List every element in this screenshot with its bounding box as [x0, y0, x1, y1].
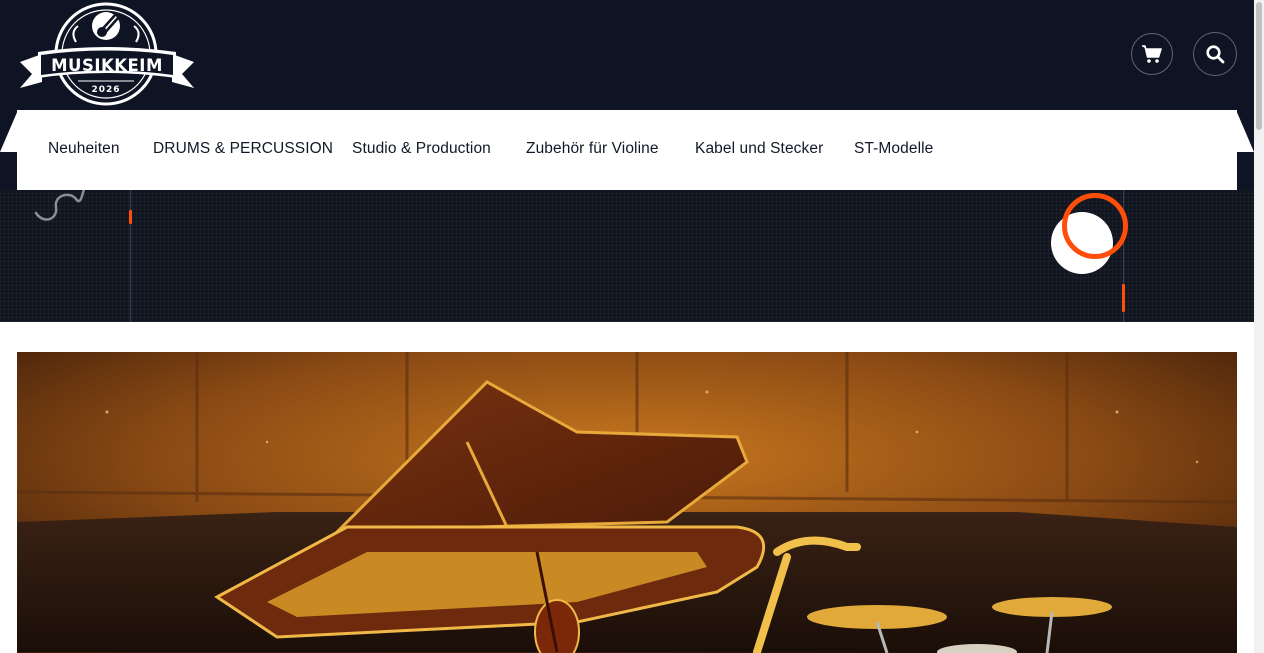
- search-button[interactable]: [1193, 32, 1237, 76]
- search-icon: [1206, 45, 1225, 64]
- scrollbar-thumb[interactable]: [1256, 2, 1262, 130]
- decor-tick-left: [129, 210, 132, 224]
- brand-logo[interactable]: MUSIKKEIM 2026: [18, 2, 196, 108]
- page: MUSIKKEIM 2026 Neuheiten DRUMS & PERCUSS…: [0, 0, 1254, 653]
- hero-image: [17, 352, 1237, 653]
- nav-item-drums-percussion[interactable]: DRUMS & PERCUSSION: [153, 140, 333, 158]
- hero-banner[interactable]: [17, 352, 1237, 653]
- nav-item-neuheiten[interactable]: Neuheiten: [48, 140, 120, 158]
- decor-circle-orange: [1062, 193, 1128, 259]
- page-scrollbar[interactable]: [1254, 0, 1264, 653]
- nav-item-studio-production[interactable]: Studio & Production: [352, 140, 491, 158]
- decor-tick-right: [1122, 284, 1125, 312]
- cart-icon: [1142, 45, 1162, 63]
- nav-bar: Neuheiten DRUMS & PERCUSSION Studio & Pr…: [17, 110, 1237, 190]
- brand-name-text: MUSIKKEIM: [51, 56, 163, 75]
- squiggle-decoration: [34, 187, 86, 221]
- nav-item-kabel-stecker[interactable]: Kabel und Stecker: [695, 140, 823, 158]
- nav-item-zubehoer-violine[interactable]: Zubehör für Violine: [526, 140, 659, 158]
- cart-button[interactable]: [1131, 33, 1173, 75]
- main-navigation: Neuheiten DRUMS & PERCUSSION Studio & Pr…: [0, 110, 1254, 190]
- nav-item-st-modelle[interactable]: ST-Modelle: [854, 140, 933, 158]
- brand-year-text: 2026: [91, 85, 120, 95]
